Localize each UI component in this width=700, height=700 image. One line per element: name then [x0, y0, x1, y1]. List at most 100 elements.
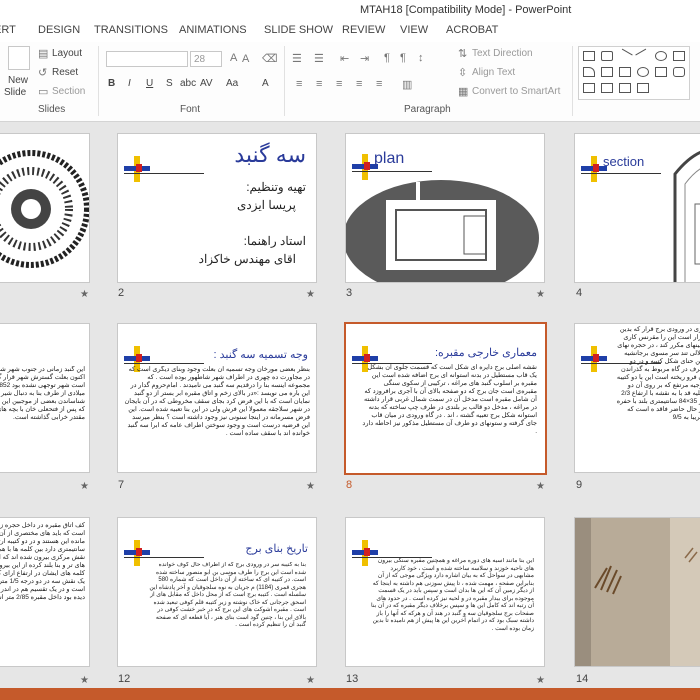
slide-12-body: بنا به کتیبه سر در ورودی برج که از اطراف…: [149, 562, 306, 628]
slide-thumbnail-13[interactable]: این بنا مانند اسیه های دوره مراغه و همچن…: [345, 517, 545, 667]
tab-acrobat[interactable]: ACROBAT: [446, 24, 498, 36]
ornament-image: [0, 150, 89, 268]
align-left-icon[interactable]: ≡: [296, 78, 302, 90]
slide-thumbnail-2[interactable]: سه گنبد تهیه وتنظیم: پریسا ایزدی استاد ر…: [117, 133, 317, 283]
title-bar: MTAH18 [Compatibility Mode] - PowerPoint: [0, 0, 700, 20]
tab-review[interactable]: REVIEW: [342, 24, 385, 36]
slide-number: 14: [576, 673, 589, 685]
slide-2-line-2: پریسا ایزدی: [236, 198, 296, 212]
distributed-icon[interactable]: ≡: [376, 78, 382, 90]
slide-7-body: بنظر بعضی مورخان وجه تسمیه آن بعلت وجود …: [124, 366, 310, 437]
callout-shape-icon[interactable]: [601, 83, 613, 93]
clear-format-icon[interactable]: ⌫: [262, 52, 278, 65]
new-slide-button-label[interactable]: Slide: [4, 87, 26, 98]
font-color-button[interactable]: A: [262, 78, 269, 89]
slide-3-title: plan: [374, 150, 405, 167]
slide-thumbnail-7[interactable]: وجه تسمیه سه گنبد : بنظر بعضی مورخان وجه…: [117, 323, 317, 473]
slide-number-selected: 8: [346, 479, 353, 491]
circle-arrow-shape-icon[interactable]: [637, 67, 649, 77]
slide-7-transition-icon: ★: [306, 481, 315, 492]
layout-icon: ▤: [38, 48, 49, 60]
slide-number: 9: [576, 479, 583, 491]
triangle-shape-icon[interactable]: [583, 67, 595, 77]
align-right-icon[interactable]: ≡: [336, 78, 342, 90]
stucco-photo-image: [575, 518, 700, 666]
brace-shape-icon[interactable]: [655, 67, 667, 77]
slide-thumbnail-8[interactable]: معماری خارجی مقبره: نقشه اصلی برج دایره …: [344, 322, 547, 475]
reset-button[interactable]: Reset: [52, 67, 78, 78]
slide-thumbnail-12[interactable]: تاریخ بنای برج بنا به کتیبه سر در ورودی …: [117, 517, 317, 667]
banner-shape-icon[interactable]: [637, 83, 649, 93]
columns-icon[interactable]: ▥: [402, 78, 412, 91]
font-size-dropdown[interactable]: 28: [190, 51, 222, 67]
slides-group-label: Slides: [38, 104, 66, 115]
text-direction-button[interactable]: Text Direction: [472, 48, 533, 59]
rectangle-shape-icon[interactable]: [583, 51, 595, 61]
grow-font-icon[interactable]: A: [230, 52, 237, 64]
section-button[interactable]: Section: [52, 86, 85, 97]
font-group-label: Font: [180, 104, 201, 115]
shapes-gallery[interactable]: [578, 46, 690, 100]
character-spacing-button[interactable]: AV: [200, 78, 213, 89]
bracket-shape-icon[interactable]: [583, 83, 595, 93]
slide-number: 13: [346, 673, 359, 685]
rtl-icon[interactable]: ¶: [384, 52, 390, 64]
align-text-button[interactable]: Align Text: [472, 67, 515, 78]
font-size-value: 28: [194, 54, 206, 65]
new-slide-button[interactable]: New: [8, 75, 28, 86]
increase-indent-icon[interactable]: ⇥: [360, 52, 369, 65]
slide-12-transition-icon: ★: [306, 675, 315, 686]
slide-2-transition-icon: ★: [306, 289, 315, 300]
tab-animations[interactable]: ANIMATIONS: [179, 24, 247, 36]
slide-thumbnail-11[interactable]: کف اتاق مقبره در داخل حجره زیر زمینی است…: [0, 517, 90, 667]
star-shape-icon[interactable]: [673, 67, 685, 77]
justify-icon[interactable]: ≡: [356, 78, 362, 90]
slide-2-line-1: تهیه وتنظیم:: [246, 180, 306, 194]
shadow-button[interactable]: abc: [180, 78, 196, 89]
font-name-dropdown[interactable]: [106, 51, 188, 67]
oval-shape-icon[interactable]: [655, 51, 667, 61]
rounded-rect-shape-icon[interactable]: [673, 51, 685, 61]
divider: [284, 46, 285, 116]
shrink-font-icon[interactable]: A: [242, 53, 249, 65]
slide-thumbnail-1[interactable]: [0, 133, 90, 283]
slide-sorter[interactable]: ★ سه گنبد تهیه وتنظیم: پریسا ایزدی استاد…: [0, 123, 700, 688]
italic-button[interactable]: I: [128, 78, 131, 89]
flowchart-shape-icon[interactable]: [619, 83, 631, 93]
slide-thumbnail-9[interactable]: دری در ورودی برج قرار که بدین قرار است ا…: [574, 323, 700, 473]
slide-3-transition-icon: ★: [536, 289, 545, 300]
decrease-indent-icon[interactable]: ⇤: [340, 52, 349, 65]
slide-7-title: وجه تسمیه سه گنبد :: [213, 349, 308, 361]
slide-thumbnail-3[interactable]: plan: [345, 133, 545, 283]
tab-insert[interactable]: ERT: [0, 24, 16, 36]
window-title: MTAH18 [Compatibility Mode] - PowerPoint: [360, 4, 572, 16]
slide-8-title: معماری خارجی مقبره:: [434, 347, 537, 359]
bent-line-shape-icon[interactable]: [601, 67, 613, 77]
convert-smartart-button[interactable]: Convert to SmartArt: [472, 86, 560, 97]
slide-thumbnail-5[interactable]: این گنبد زمانی در جنوب شهر شده که اکنون …: [0, 323, 90, 473]
divider: [572, 46, 573, 116]
underline-button[interactable]: U: [146, 78, 153, 89]
slide-8-body: نقشه اصلی برج دایره ای شکل است که قسمت ج…: [362, 364, 537, 435]
change-case-button[interactable]: Aa: [226, 78, 238, 89]
textbox-shape-icon[interactable]: [601, 51, 613, 61]
line-spacing-icon[interactable]: ↕: [418, 52, 424, 64]
tab-slide-show[interactable]: SLIDE SHOW: [264, 24, 333, 36]
line-shape-icon[interactable]: [617, 48, 633, 64]
layout-button[interactable]: Layout: [52, 48, 82, 59]
numbering-icon[interactable]: ☰: [314, 52, 324, 65]
align-center-icon[interactable]: ≡: [316, 78, 322, 90]
arrow-shape-icon[interactable]: [635, 48, 651, 64]
tab-design[interactable]: DESIGN: [38, 24, 80, 36]
curve-shape-icon[interactable]: [619, 67, 631, 77]
ltr-icon[interactable]: ¶: [400, 52, 406, 64]
slide-thumbnail-4[interactable]: section: [574, 133, 700, 283]
strikethrough-button[interactable]: S: [166, 78, 173, 89]
status-bar: [0, 688, 700, 700]
slide-2-title: سه گنبد: [234, 142, 306, 167]
bullets-icon[interactable]: ☰: [292, 52, 302, 65]
bold-button[interactable]: B: [108, 78, 115, 89]
tab-view[interactable]: VIEW: [400, 24, 428, 36]
slide-thumbnail-14[interactable]: [574, 517, 700, 667]
tab-transitions[interactable]: TRANSITIONS: [94, 24, 168, 36]
